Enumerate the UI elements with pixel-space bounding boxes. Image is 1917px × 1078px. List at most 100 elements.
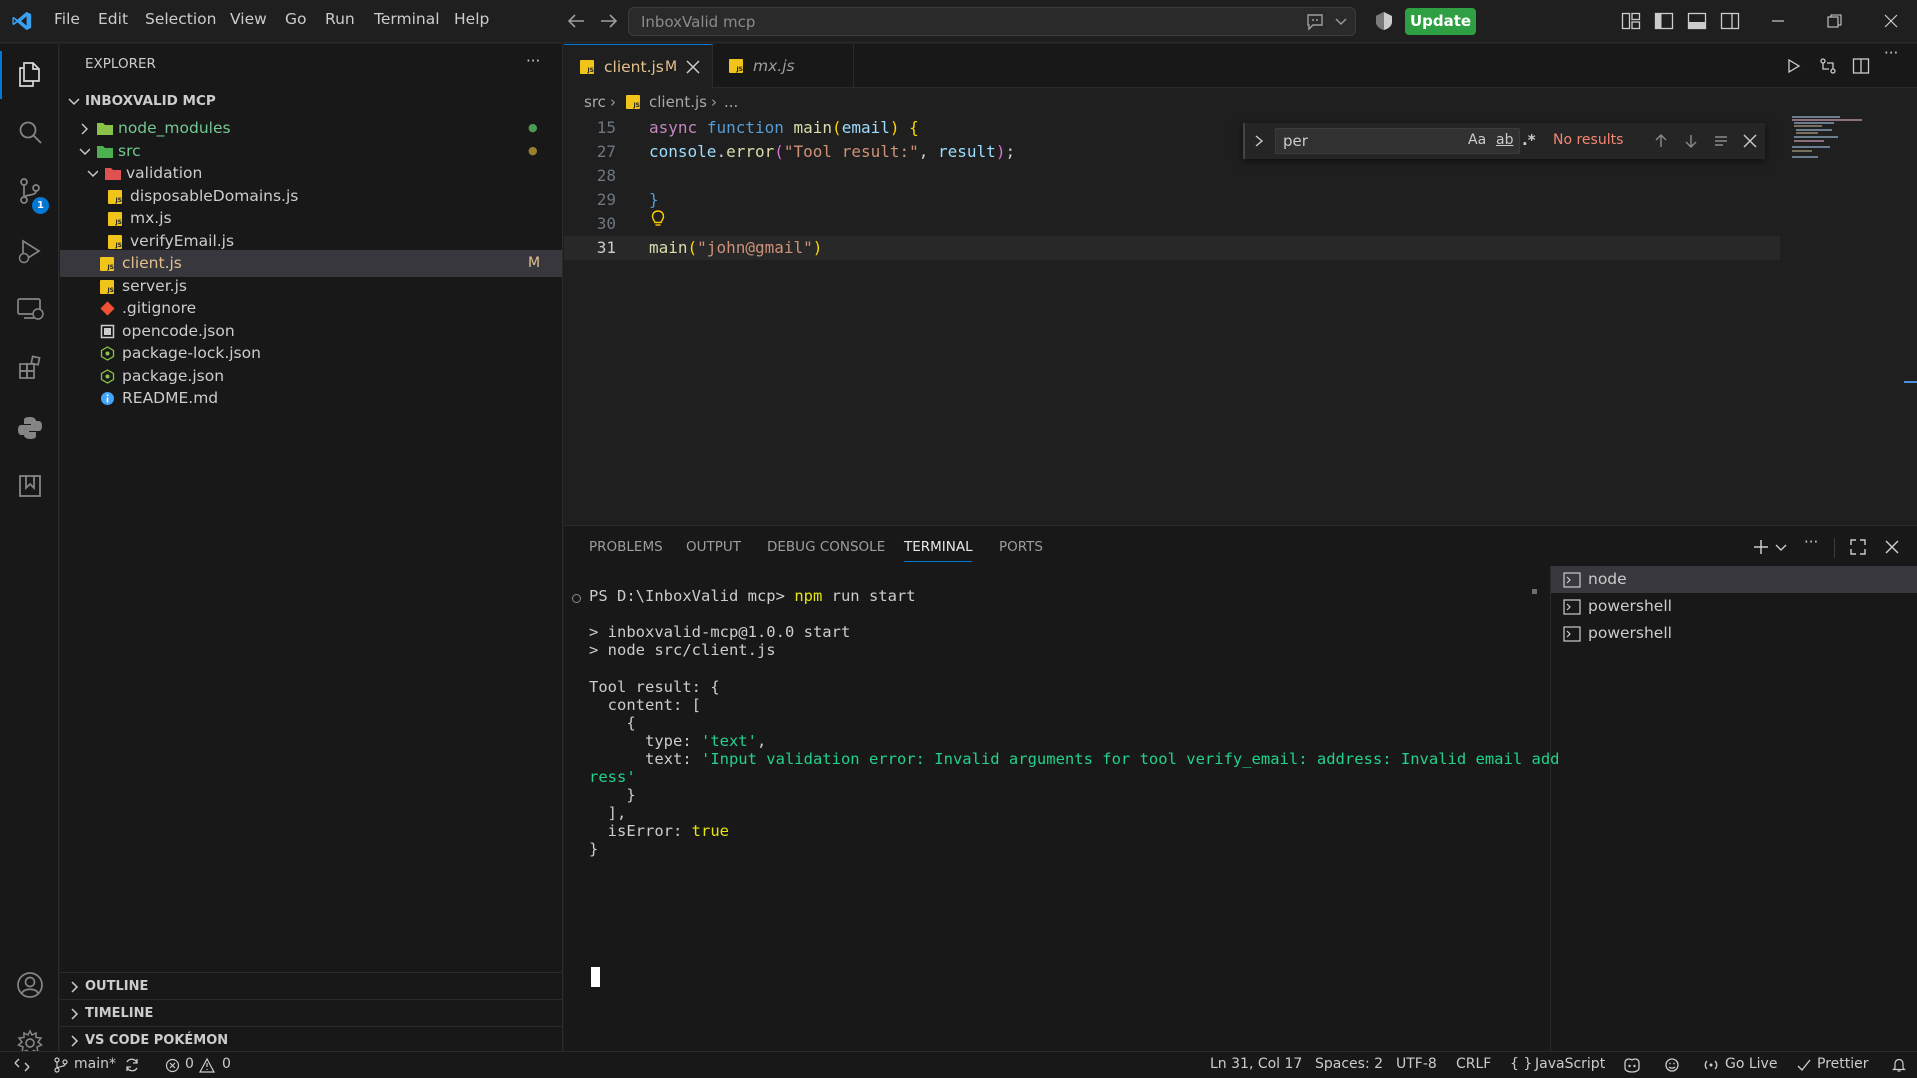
run-code-icon[interactable] [1786,58,1802,74]
python-icon[interactable] [0,403,59,453]
language-mode[interactable]: JavaScript [1535,1056,1605,1072]
breadcrumb-symbol[interactable]: ... [724,88,738,116]
chevron-down-icon[interactable] [1335,16,1347,26]
git-icon [100,301,115,316]
bookmark-view-icon[interactable] [0,461,59,511]
menu-file[interactable]: File [54,10,80,28]
minimap[interactable] [1788,116,1908,524]
menu-go[interactable]: Go [285,10,307,28]
outline-section[interactable]: OUTLINE [60,972,562,999]
toggle-secondary-sidebar-icon[interactable] [1720,12,1740,30]
accounts-shield-icon[interactable] [1374,11,1394,31]
go-live-button[interactable]: Go Live [1725,1056,1777,1072]
terminal-scrollbar[interactable] [1532,589,1537,594]
toggle-replace-chevron-icon[interactable] [1253,134,1265,148]
branch-icon [54,1057,68,1073]
close-window-icon[interactable] [1883,13,1899,29]
explorer-more-actions-icon[interactable]: ··· [526,52,540,70]
menu-run[interactable]: Run [325,10,355,28]
close-tab-icon[interactable] [686,60,700,74]
forward-arrow-icon[interactable] [599,12,619,30]
warning-count[interactable]: 0 [222,1056,231,1072]
encoding[interactable]: UTF-8 [1396,1056,1437,1072]
copilot-chat-icon[interactable] [1305,13,1325,31]
match-case-toggle[interactable]: Aa [1468,132,1486,148]
code-editor[interactable]: 15 async function main(email) {27 console.… [564,116,1917,524]
menu-edit[interactable]: Edit [98,10,128,28]
remote-explorer-icon[interactable] [0,284,59,334]
timeline-label: TIMELINE [85,1006,154,1021]
indentation[interactable]: Spaces: 2 [1315,1056,1383,1072]
sync-icon[interactable] [124,1057,140,1073]
whole-word-toggle[interactable]: ab [1496,132,1513,148]
prettier-status[interactable]: Prettier [1817,1056,1869,1072]
new-terminal-plus-icon[interactable] [1752,538,1770,556]
panel-more-actions-icon[interactable]: ··· [1804,533,1818,551]
explorer-icon[interactable] [0,49,59,99]
code-token: result [938,142,996,161]
remote-indicator-icon[interactable] [13,1057,31,1073]
chevron-down-icon[interactable] [1775,543,1787,553]
find-in-selection-icon[interactable] [1713,133,1729,149]
split-editor-icon[interactable] [1852,57,1870,75]
pokemon-section[interactable]: VS CODE POKÉMON [60,1026,562,1053]
restore-icon[interactable] [1826,14,1842,28]
find-input[interactable]: per Aa ab .* [1275,128,1536,154]
menu-help[interactable]: Help [454,10,489,28]
source-control-icon[interactable]: 1 [0,166,59,216]
terminal-output[interactable]: PS D:\InboxValid mcp> npm run start > inb… [564,573,1560,1052]
terminal-item-powershell[interactable]: powershell [1551,593,1917,620]
lightbulb-icon[interactable] [650,209,666,229]
explorer-root-folder[interactable]: INBOXVALID MCP [60,88,562,115]
previous-match-arrow-icon[interactable] [1653,133,1669,149]
command-center-search[interactable]: InboxValid mcp [628,7,1356,36]
terminal-item-node[interactable]: node [1551,566,1917,593]
git-branch[interactable]: main* [74,1056,116,1072]
minimap-content [1788,116,1908,176]
code-token: main [793,118,833,137]
update-button[interactable]: Update [1405,8,1476,35]
toggle-primary-sidebar-icon[interactable] [1654,12,1674,30]
search-icon[interactable] [0,107,59,157]
toggle-panel-icon[interactable] [1687,12,1707,30]
customize-layout-icon[interactable] [1621,12,1641,30]
extensions-icon[interactable] [0,343,59,393]
menu-terminal[interactable]: Terminal [374,10,440,28]
terminal-text: PS D:\InboxValid mcp> [589,587,795,605]
back-arrow-icon[interactable] [566,12,586,30]
feedback-icon[interactable] [1663,1057,1681,1073]
tab-debug-console[interactable]: DEBUG CONSOLE [767,539,885,555]
warnings-icon[interactable] [199,1058,215,1073]
menu-selection[interactable]: Selection [145,10,216,28]
breadcrumb-src[interactable]: src [584,88,606,116]
tab-client-js[interactable]: client.js M [564,44,713,88]
timeline-section[interactable]: TIMELINE [60,999,562,1026]
maximize-panel-icon[interactable] [1849,538,1867,556]
breadcrumb-file[interactable]: client.js [649,88,707,116]
tab-output[interactable]: OUTPUT [686,539,741,555]
close-find-icon[interactable] [1742,133,1758,149]
tab-ports[interactable]: PORTS [999,539,1043,555]
terminal-item-powershell[interactable]: powershell [1551,620,1917,647]
code-token: async [649,118,698,137]
errors-icon[interactable] [165,1058,180,1073]
cursor-position[interactable]: Ln 31, Col 17 [1210,1056,1302,1072]
menu-view[interactable]: View [230,10,267,28]
error-count[interactable]: 0 [185,1056,194,1072]
accounts-icon[interactable] [0,960,59,1010]
run-debug-icon[interactable] [0,226,59,276]
tree-item-readme-md[interactable]: README.md [60,385,562,412]
next-match-arrow-icon[interactable] [1683,133,1699,149]
tab-problems[interactable]: PROBLEMS [589,539,663,555]
regex-toggle[interactable]: .* [1522,131,1536,149]
end-of-line[interactable]: CRLF [1456,1056,1491,1072]
compare-changes-icon[interactable] [1819,57,1837,75]
chevron-right-icon: › [610,93,616,111]
copilot-icon[interactable] [1622,1057,1642,1073]
notifications-bell-icon[interactable] [1891,1057,1907,1073]
tab-mx-js[interactable]: mx.js [713,44,854,88]
editor-more-actions-icon[interactable]: ··· [1884,44,1898,62]
close-panel-icon[interactable] [1883,538,1901,556]
minimize-icon[interactable] [1770,14,1786,28]
tab-terminal[interactable]: TERMINAL [904,539,973,555]
